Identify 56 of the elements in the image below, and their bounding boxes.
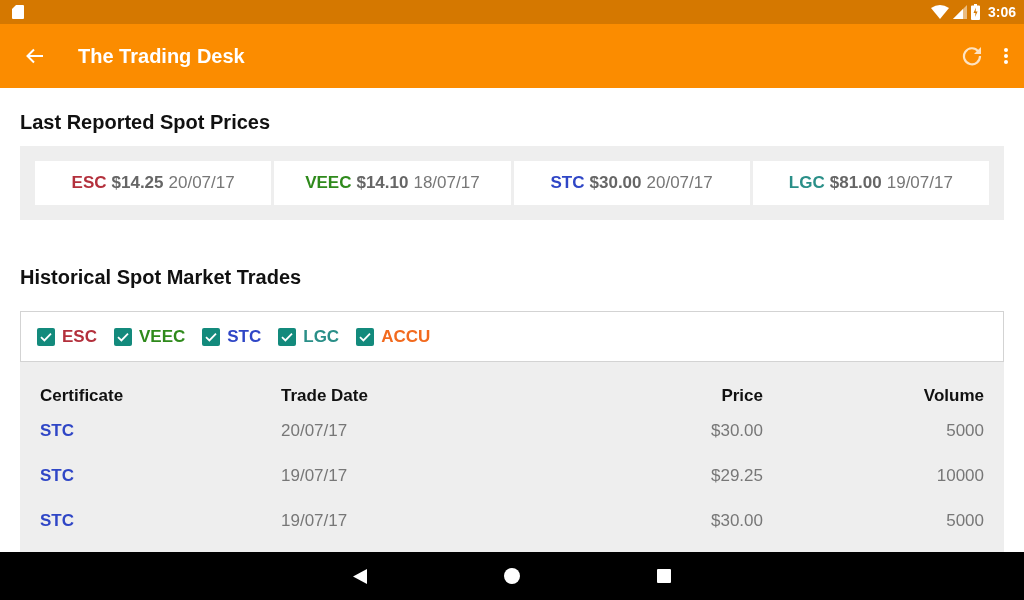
column-header: Volume bbox=[922, 386, 984, 406]
table-cell-text: 19/07/17 bbox=[281, 510, 349, 531]
spot-price: $30.00 bbox=[589, 173, 642, 193]
table-cell-text: 10000 bbox=[935, 465, 984, 486]
section-heading: Historical Spot Market Trades bbox=[20, 265, 303, 289]
clock-time: 3:06 bbox=[987, 4, 1016, 20]
price-date: 20/07/17 bbox=[646, 173, 713, 193]
column-header: Certificate bbox=[40, 386, 125, 406]
column-header: Price bbox=[720, 386, 763, 406]
home-circle-icon bbox=[504, 568, 520, 584]
checked-checkbox-icon[interactable] bbox=[356, 327, 375, 346]
spot-price: $14.25 bbox=[111, 173, 164, 193]
table-cell-text: $30.00 bbox=[710, 510, 763, 531]
app-title: The Trading Desk bbox=[78, 44, 245, 68]
sd-card-icon bbox=[12, 5, 24, 19]
filter-label[interactable]: ACCU bbox=[381, 326, 431, 347]
spot-price: $14.10 bbox=[356, 173, 409, 193]
certificate-code: VEEC bbox=[305, 173, 352, 193]
table-cell-text: 5000 bbox=[945, 420, 984, 441]
recents-square-icon bbox=[657, 569, 671, 583]
back-arrow-icon bbox=[26, 48, 44, 64]
table-cell-text: STC bbox=[40, 465, 75, 486]
home-button[interactable] bbox=[504, 568, 520, 584]
kebab-menu-icon bbox=[1004, 48, 1008, 64]
certificate-code: ESC bbox=[71, 173, 107, 193]
filter-label[interactable]: STC bbox=[227, 326, 262, 347]
table-cell-text: 19/07/17 bbox=[281, 465, 349, 486]
checked-checkbox-icon[interactable] bbox=[278, 327, 297, 346]
more-options-button[interactable] bbox=[1004, 48, 1008, 64]
section-heading: Last Reported Spot Prices bbox=[20, 110, 272, 134]
price-date: 18/07/17 bbox=[413, 173, 480, 193]
certificate-code: STC bbox=[550, 173, 585, 193]
back-triangle-icon bbox=[353, 568, 367, 584]
refresh-icon bbox=[962, 46, 982, 66]
checked-checkbox-icon[interactable] bbox=[37, 327, 55, 346]
table-cell-text: $29.25 bbox=[710, 465, 763, 486]
checked-checkbox-icon[interactable] bbox=[202, 327, 221, 346]
spot-price: $81.00 bbox=[829, 173, 882, 193]
back-button[interactable] bbox=[26, 48, 44, 64]
table-cell-text: $30.00 bbox=[710, 420, 763, 441]
table-cell-text: 5000 bbox=[945, 510, 984, 531]
wifi-icon bbox=[930, 5, 949, 19]
filter-label[interactable]: ESC bbox=[62, 326, 97, 347]
filter-label[interactable]: LGC bbox=[303, 326, 340, 347]
column-header: Trade Date bbox=[281, 386, 369, 406]
price-date: 20/07/17 bbox=[168, 173, 235, 193]
table-cell-text: STC bbox=[40, 420, 75, 441]
nav-back-button[interactable] bbox=[353, 568, 367, 584]
checked-checkbox-icon[interactable] bbox=[113, 327, 132, 346]
signal-icon bbox=[952, 5, 967, 19]
certificate-code: LGC bbox=[788, 173, 825, 193]
table-cell-text: STC bbox=[40, 510, 75, 531]
table-cell-text: 20/07/17 bbox=[281, 420, 349, 441]
price-date: 19/07/17 bbox=[886, 173, 953, 193]
battery-charging-icon bbox=[970, 4, 980, 20]
filter-label[interactable]: VEEC bbox=[138, 326, 186, 347]
